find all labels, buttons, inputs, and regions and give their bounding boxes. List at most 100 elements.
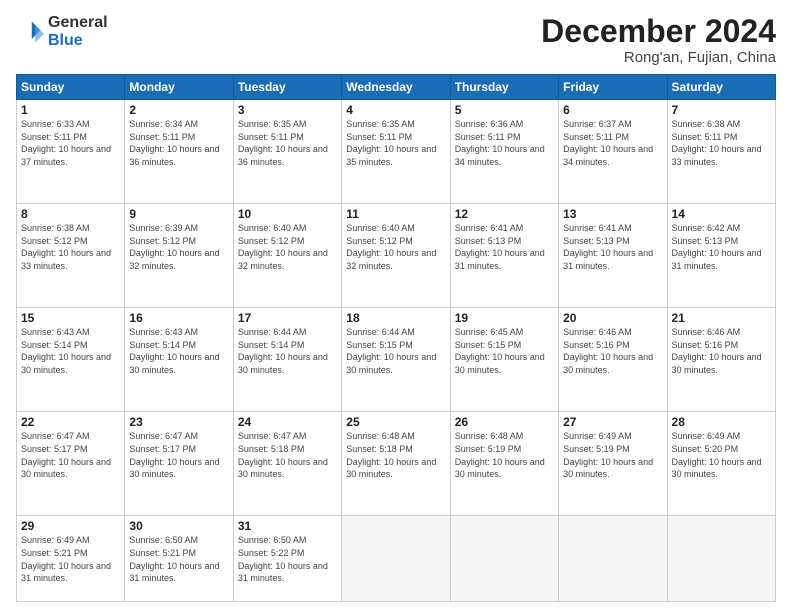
day-number: 24: [238, 415, 337, 429]
day-info: Sunrise: 6:40 AMSunset: 5:12 PMDaylight:…: [238, 222, 337, 272]
day-info: Sunrise: 6:49 AMSunset: 5:19 PMDaylight:…: [563, 430, 662, 480]
calendar-week-row: 29 Sunrise: 6:49 AMSunset: 5:21 PMDaylig…: [17, 516, 776, 602]
day-number: 6: [563, 103, 662, 117]
day-number: 2: [129, 103, 228, 117]
weekday-header: Sunday: [17, 75, 125, 100]
calendar-cell: 2 Sunrise: 6:34 AMSunset: 5:11 PMDayligh…: [125, 100, 233, 204]
weekday-header: Tuesday: [233, 75, 341, 100]
calendar-cell: 24 Sunrise: 6:47 AMSunset: 5:18 PMDaylig…: [233, 412, 341, 516]
day-number: 4: [346, 103, 445, 117]
calendar-cell: 8 Sunrise: 6:38 AMSunset: 5:12 PMDayligh…: [17, 204, 125, 308]
calendar-cell: 6 Sunrise: 6:37 AMSunset: 5:11 PMDayligh…: [559, 100, 667, 204]
logo-general-text: General: [48, 14, 108, 31]
day-info: Sunrise: 6:41 AMSunset: 5:13 PMDaylight:…: [563, 222, 662, 272]
day-info: Sunrise: 6:50 AMSunset: 5:21 PMDaylight:…: [129, 534, 228, 584]
calendar-week-row: 15 Sunrise: 6:43 AMSunset: 5:14 PMDaylig…: [17, 308, 776, 412]
calendar-cell: 18 Sunrise: 6:44 AMSunset: 5:15 PMDaylig…: [342, 308, 450, 412]
day-number: 17: [238, 311, 337, 325]
calendar-week-row: 1 Sunrise: 6:33 AMSunset: 5:11 PMDayligh…: [17, 100, 776, 204]
day-info: Sunrise: 6:49 AMSunset: 5:20 PMDaylight:…: [672, 430, 771, 480]
day-number: 25: [346, 415, 445, 429]
day-info: Sunrise: 6:35 AMSunset: 5:11 PMDaylight:…: [238, 118, 337, 168]
calendar-cell: 15 Sunrise: 6:43 AMSunset: 5:14 PMDaylig…: [17, 308, 125, 412]
weekday-header: Friday: [559, 75, 667, 100]
calendar-cell: 30 Sunrise: 6:50 AMSunset: 5:21 PMDaylig…: [125, 516, 233, 602]
calendar-cell: 21 Sunrise: 6:46 AMSunset: 5:16 PMDaylig…: [667, 308, 775, 412]
calendar-cell: 17 Sunrise: 6:44 AMSunset: 5:14 PMDaylig…: [233, 308, 341, 412]
calendar-cell: 25 Sunrise: 6:48 AMSunset: 5:18 PMDaylig…: [342, 412, 450, 516]
day-number: 31: [238, 519, 337, 533]
day-info: Sunrise: 6:47 AMSunset: 5:18 PMDaylight:…: [238, 430, 337, 480]
title-block: December 2024 Rong'an, Fujian, China: [541, 14, 776, 66]
day-info: Sunrise: 6:34 AMSunset: 5:11 PMDaylight:…: [129, 118, 228, 168]
calendar-cell: 23 Sunrise: 6:47 AMSunset: 5:17 PMDaylig…: [125, 412, 233, 516]
calendar-cell: 12 Sunrise: 6:41 AMSunset: 5:13 PMDaylig…: [450, 204, 558, 308]
day-info: Sunrise: 6:36 AMSunset: 5:11 PMDaylight:…: [455, 118, 554, 168]
day-number: 29: [21, 519, 120, 533]
calendar-cell: 14 Sunrise: 6:42 AMSunset: 5:13 PMDaylig…: [667, 204, 775, 308]
calendar-table: SundayMondayTuesdayWednesdayThursdayFrid…: [16, 74, 776, 602]
day-number: 16: [129, 311, 228, 325]
day-number: 27: [563, 415, 662, 429]
calendar-week-row: 8 Sunrise: 6:38 AMSunset: 5:12 PMDayligh…: [17, 204, 776, 308]
month-title: December 2024: [541, 14, 776, 49]
day-number: 20: [563, 311, 662, 325]
day-info: Sunrise: 6:47 AMSunset: 5:17 PMDaylight:…: [129, 430, 228, 480]
header: General Blue December 2024 Rong'an, Fuji…: [16, 14, 776, 66]
calendar-cell: 10 Sunrise: 6:40 AMSunset: 5:12 PMDaylig…: [233, 204, 341, 308]
day-info: Sunrise: 6:48 AMSunset: 5:19 PMDaylight:…: [455, 430, 554, 480]
day-info: Sunrise: 6:45 AMSunset: 5:15 PMDaylight:…: [455, 326, 554, 376]
calendar-cell: 4 Sunrise: 6:35 AMSunset: 5:11 PMDayligh…: [342, 100, 450, 204]
day-number: 13: [563, 207, 662, 221]
day-info: Sunrise: 6:48 AMSunset: 5:18 PMDaylight:…: [346, 430, 445, 480]
calendar-cell: 7 Sunrise: 6:38 AMSunset: 5:11 PMDayligh…: [667, 100, 775, 204]
day-number: 8: [21, 207, 120, 221]
day-info: Sunrise: 6:43 AMSunset: 5:14 PMDaylight:…: [21, 326, 120, 376]
day-number: 14: [672, 207, 771, 221]
day-info: Sunrise: 6:42 AMSunset: 5:13 PMDaylight:…: [672, 222, 771, 272]
calendar-cell: [450, 516, 558, 602]
logo-blue-text: Blue: [48, 32, 83, 49]
day-info: Sunrise: 6:40 AMSunset: 5:12 PMDaylight:…: [346, 222, 445, 272]
weekday-header: Wednesday: [342, 75, 450, 100]
day-info: Sunrise: 6:38 AMSunset: 5:12 PMDaylight:…: [21, 222, 120, 272]
day-number: 9: [129, 207, 228, 221]
weekday-header: Saturday: [667, 75, 775, 100]
day-number: 7: [672, 103, 771, 117]
weekday-header: Monday: [125, 75, 233, 100]
day-info: Sunrise: 6:33 AMSunset: 5:11 PMDaylight:…: [21, 118, 120, 168]
day-number: 11: [346, 207, 445, 221]
day-number: 15: [21, 311, 120, 325]
calendar-cell: [667, 516, 775, 602]
logo: General Blue: [16, 14, 108, 49]
day-number: 21: [672, 311, 771, 325]
calendar-cell: 27 Sunrise: 6:49 AMSunset: 5:19 PMDaylig…: [559, 412, 667, 516]
calendar-cell: 28 Sunrise: 6:49 AMSunset: 5:20 PMDaylig…: [667, 412, 775, 516]
day-number: 19: [455, 311, 554, 325]
logo-icon: [16, 18, 44, 46]
calendar-cell: 13 Sunrise: 6:41 AMSunset: 5:13 PMDaylig…: [559, 204, 667, 308]
calendar-cell: 3 Sunrise: 6:35 AMSunset: 5:11 PMDayligh…: [233, 100, 341, 204]
day-info: Sunrise: 6:41 AMSunset: 5:13 PMDaylight:…: [455, 222, 554, 272]
calendar-cell: 26 Sunrise: 6:48 AMSunset: 5:19 PMDaylig…: [450, 412, 558, 516]
day-info: Sunrise: 6:50 AMSunset: 5:22 PMDaylight:…: [238, 534, 337, 584]
calendar-cell: 16 Sunrise: 6:43 AMSunset: 5:14 PMDaylig…: [125, 308, 233, 412]
day-number: 10: [238, 207, 337, 221]
day-number: 30: [129, 519, 228, 533]
day-info: Sunrise: 6:44 AMSunset: 5:15 PMDaylight:…: [346, 326, 445, 376]
calendar-cell: 11 Sunrise: 6:40 AMSunset: 5:12 PMDaylig…: [342, 204, 450, 308]
day-number: 1: [21, 103, 120, 117]
day-number: 28: [672, 415, 771, 429]
calendar-cell: [342, 516, 450, 602]
calendar-cell: 19 Sunrise: 6:45 AMSunset: 5:15 PMDaylig…: [450, 308, 558, 412]
day-number: 5: [455, 103, 554, 117]
day-info: Sunrise: 6:35 AMSunset: 5:11 PMDaylight:…: [346, 118, 445, 168]
day-info: Sunrise: 6:39 AMSunset: 5:12 PMDaylight:…: [129, 222, 228, 272]
day-number: 23: [129, 415, 228, 429]
weekday-header: Thursday: [450, 75, 558, 100]
calendar-cell: 22 Sunrise: 6:47 AMSunset: 5:17 PMDaylig…: [17, 412, 125, 516]
day-info: Sunrise: 6:49 AMSunset: 5:21 PMDaylight:…: [21, 534, 120, 584]
day-info: Sunrise: 6:44 AMSunset: 5:14 PMDaylight:…: [238, 326, 337, 376]
calendar-cell: 31 Sunrise: 6:50 AMSunset: 5:22 PMDaylig…: [233, 516, 341, 602]
calendar-cell: 29 Sunrise: 6:49 AMSunset: 5:21 PMDaylig…: [17, 516, 125, 602]
